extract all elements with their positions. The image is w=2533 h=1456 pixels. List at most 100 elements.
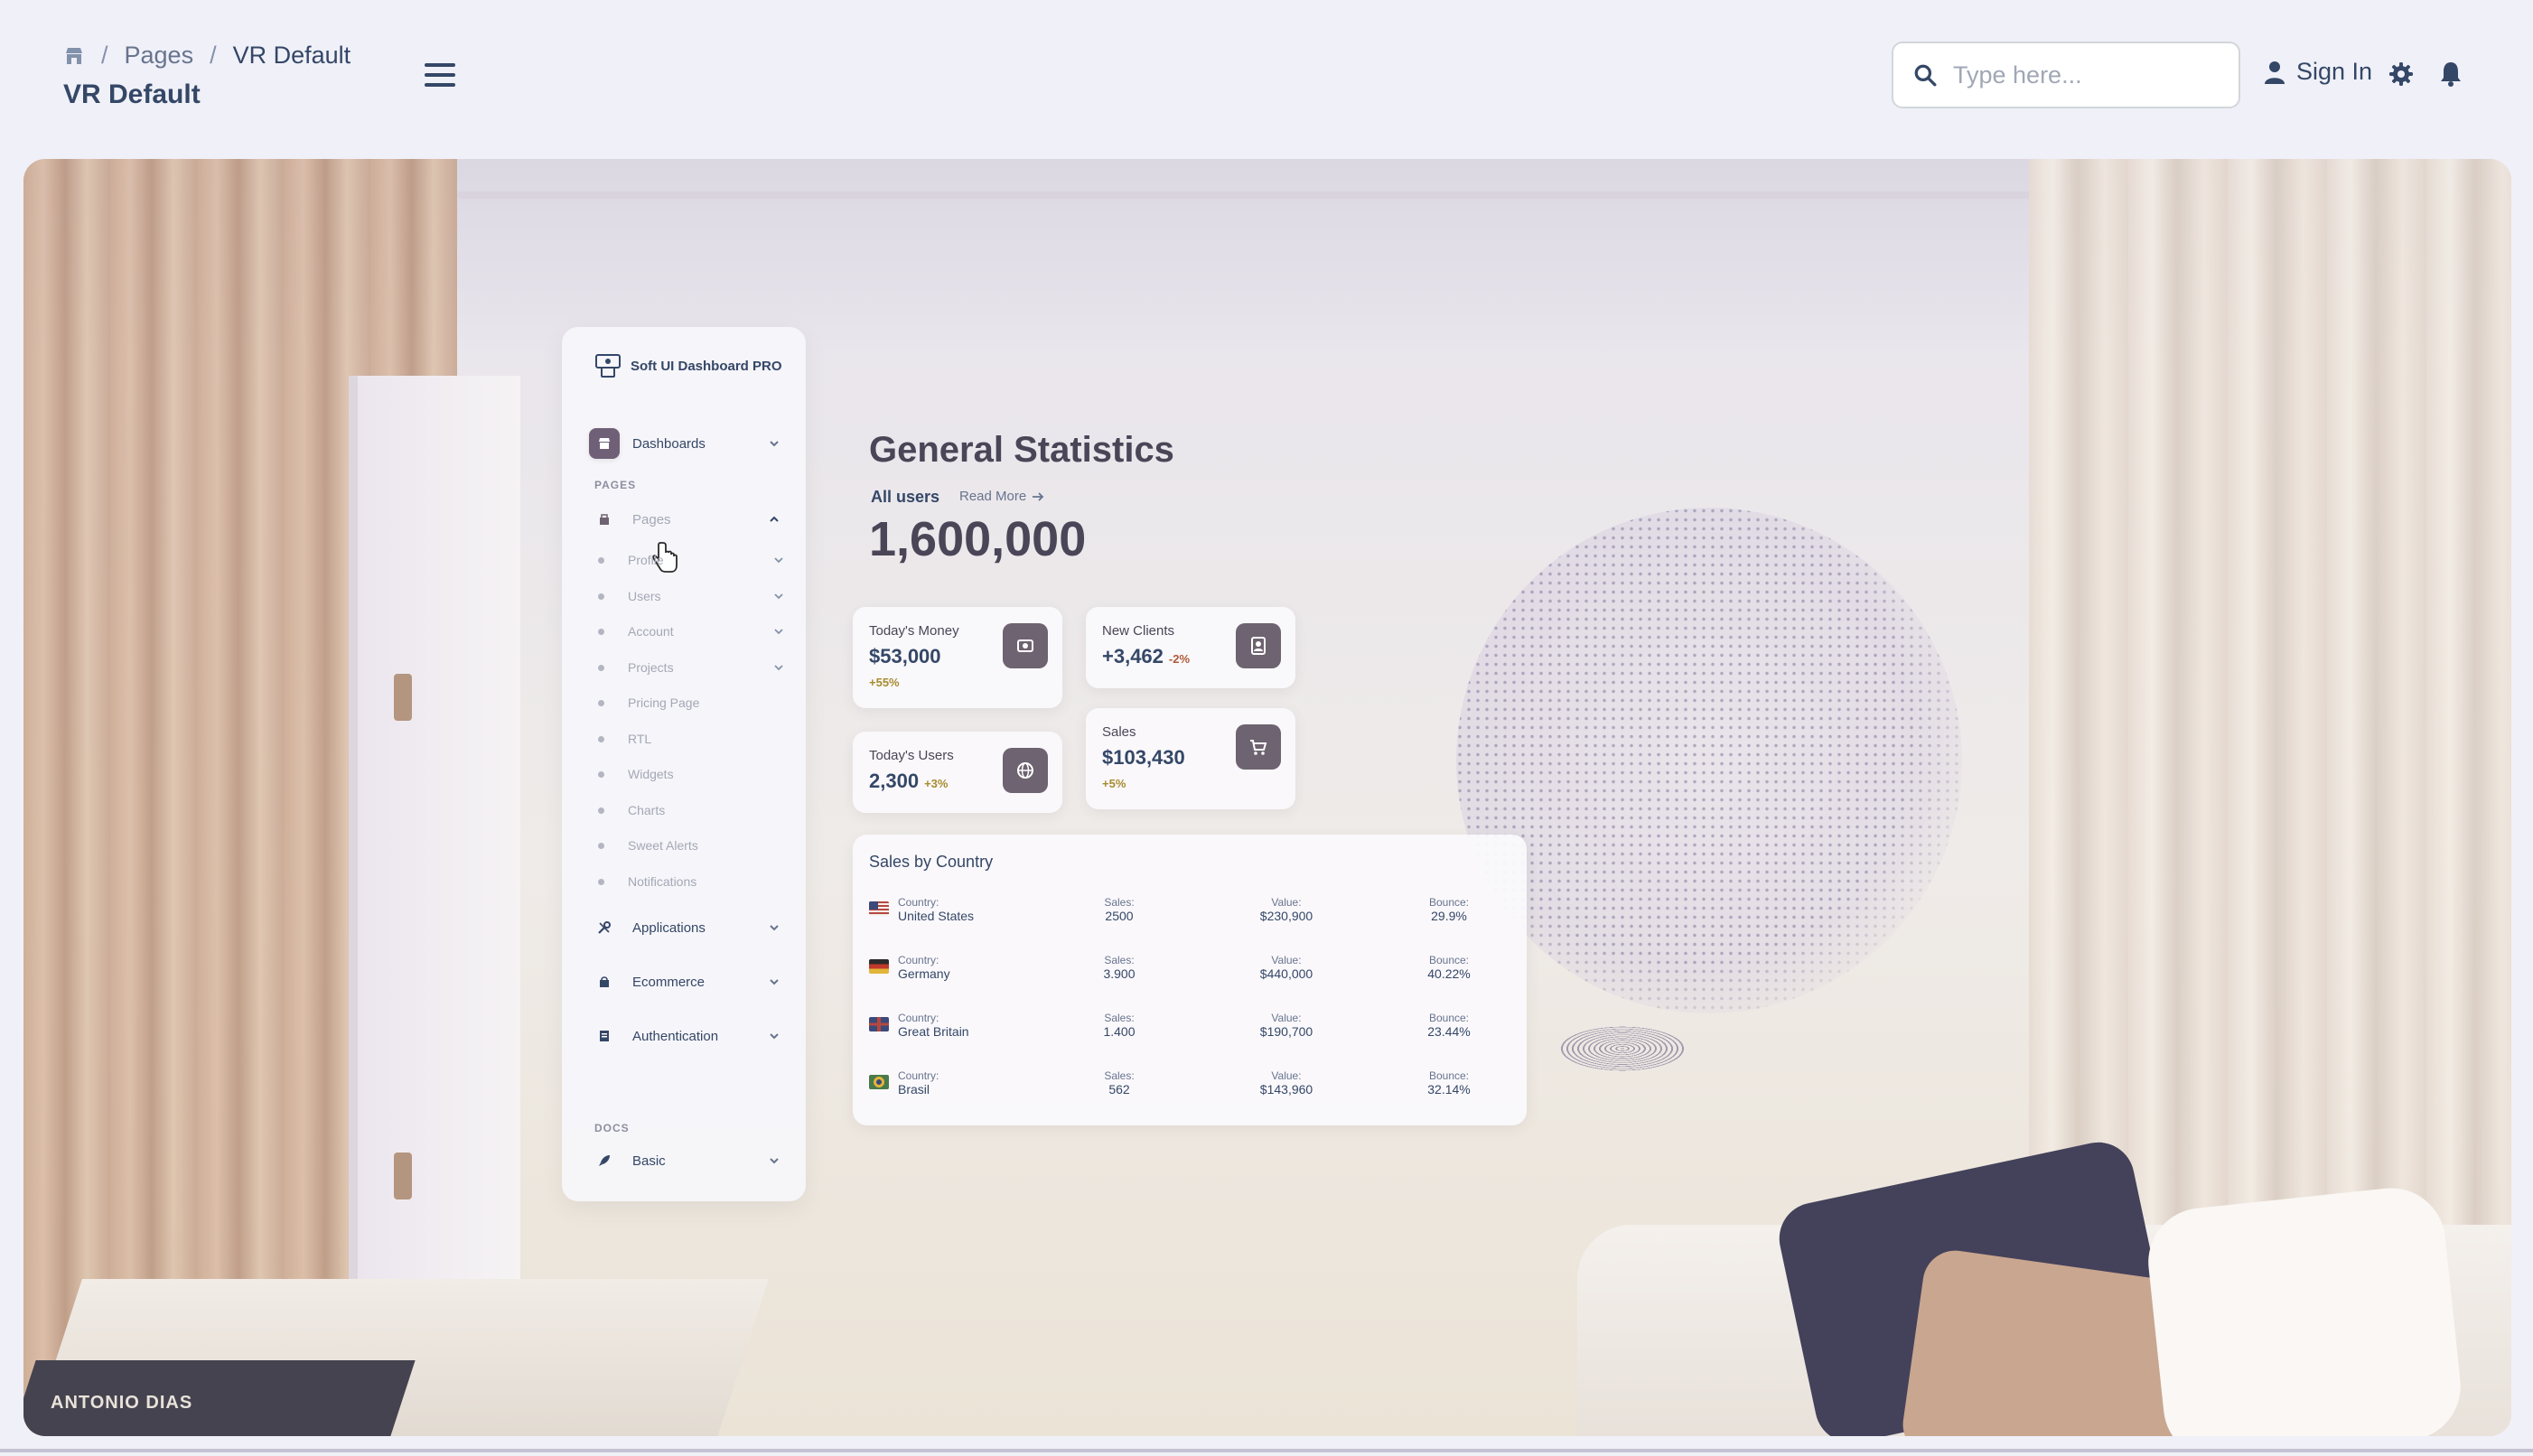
us-flag-icon bbox=[869, 901, 889, 916]
vr-scene: ANTONIO DIAS Soft UI Dashboard PRO Dashb… bbox=[23, 159, 2511, 1436]
search-icon bbox=[1913, 63, 1937, 87]
sidebar-subitem-label: Widgets bbox=[628, 767, 674, 781]
sidebar-subitem-label: Account bbox=[628, 624, 674, 639]
card-title: Today's Money bbox=[869, 623, 959, 639]
card-delta: +3% bbox=[924, 777, 949, 790]
bounce-cell: Bounce: 32.14% bbox=[1427, 1069, 1471, 1097]
read-more-link[interactable]: Read More bbox=[959, 489, 1044, 504]
card-todays-users: Today's Users 2,300 +3% bbox=[853, 732, 1062, 813]
sidebar-item-label: Pages bbox=[632, 511, 671, 527]
search-box bbox=[1892, 42, 2240, 108]
chevron-down-icon bbox=[773, 555, 784, 565]
arrow-right-icon bbox=[1033, 491, 1044, 501]
sidebar-subitem-charts[interactable]: Charts bbox=[598, 799, 784, 821]
sidebar-item-dashboards[interactable]: Dashboards bbox=[589, 428, 780, 459]
sidebar-subitem-users[interactable]: Users bbox=[598, 585, 784, 607]
breadcrumb-separator: / bbox=[101, 42, 108, 69]
value-cell: Value: $143,960 bbox=[1259, 1069, 1313, 1097]
chevron-down-icon bbox=[768, 1154, 780, 1167]
chevron-down-icon bbox=[768, 975, 780, 988]
card-value: 2,300 bbox=[869, 770, 920, 792]
sign-in-label: Sign In bbox=[2296, 58, 2373, 85]
sidebar-item-ecommerce[interactable]: Ecommerce bbox=[589, 966, 780, 997]
bounce-cell: Bounce: 29.9% bbox=[1428, 896, 1470, 923]
tools-icon bbox=[589, 912, 620, 943]
breadcrumb-separator: / bbox=[210, 42, 217, 69]
sidebar-subitem-rtl[interactable]: RTL bbox=[598, 728, 784, 750]
cart-icon bbox=[1236, 724, 1281, 770]
table-row: Country: United States Sales: 2500 Value: $… bbox=[853, 889, 1527, 930]
top-navbar: / Pages / VR Default VR Default Sign In bbox=[0, 0, 2533, 154]
sidebar-item-authentication[interactable]: Authentication bbox=[589, 1021, 780, 1051]
ceiling-line bbox=[457, 191, 2047, 199]
book-title: ANTONIO DIAS bbox=[51, 1393, 193, 1413]
globe-graphic bbox=[1456, 508, 1962, 1013]
sidebar-item-label: Authentication bbox=[632, 1028, 719, 1044]
bounce-cell: Bounce: 23.44% bbox=[1427, 1012, 1471, 1039]
search-input[interactable] bbox=[1953, 61, 2224, 89]
user-icon bbox=[2265, 61, 2285, 84]
chevron-down-icon bbox=[768, 437, 780, 450]
sales-cell: Sales: 562 bbox=[1104, 1069, 1135, 1097]
door-hinge bbox=[394, 674, 412, 721]
br-flag-icon bbox=[869, 1075, 889, 1089]
chevron-down-icon bbox=[768, 921, 780, 934]
sidebar-subitem-label: Notifications bbox=[628, 874, 697, 889]
sidebar-subitem-label: Users bbox=[628, 589, 661, 603]
sidebar-subitem-label: Charts bbox=[628, 803, 666, 817]
sidebar-item-basic[interactable]: Basic bbox=[589, 1145, 780, 1176]
card-title: New Clients bbox=[1102, 623, 1175, 639]
sidebar-item-applications[interactable]: Applications bbox=[589, 912, 780, 943]
shop-icon bbox=[589, 428, 620, 459]
sidebar-subitem-label: RTL bbox=[628, 732, 652, 746]
page-title: VR Default bbox=[63, 79, 201, 109]
sidebar-item-label: Dashboards bbox=[632, 435, 706, 452]
globe-icon bbox=[1003, 748, 1048, 793]
sidebar-subitem-account[interactable]: Account bbox=[598, 621, 784, 642]
money-icon bbox=[1003, 623, 1048, 668]
card-title: Today's Users bbox=[869, 748, 954, 763]
sidebar-subitem-sweet-alerts[interactable]: Sweet Alerts bbox=[598, 835, 784, 856]
sidebar-item-label: Basic bbox=[632, 1153, 666, 1169]
bell-icon[interactable] bbox=[2438, 61, 2463, 88]
sidebar-item-pages[interactable]: Pages bbox=[589, 504, 780, 535]
breadcrumb: / Pages / VR Default bbox=[63, 42, 351, 70]
chevron-down-icon bbox=[773, 591, 784, 602]
value-cell: Value: $440,000 bbox=[1259, 954, 1313, 981]
sidebar-subitem-widgets[interactable]: Widgets bbox=[598, 763, 784, 785]
pages-icon bbox=[589, 504, 620, 535]
gear-icon[interactable] bbox=[2388, 61, 2414, 87]
all-users-label: All users bbox=[871, 488, 940, 506]
sidebar-subitem-notifications[interactable]: Notifications bbox=[598, 871, 784, 892]
brand[interactable]: Soft UI Dashboard PRO bbox=[594, 352, 782, 379]
table-row: Country: Brasil Sales: 562 Value: $143,960 … bbox=[853, 1062, 1527, 1104]
sidebar-subitem-profile[interactable]: Profile bbox=[598, 549, 784, 571]
card-delta: +55% bbox=[869, 676, 900, 689]
store-icon[interactable] bbox=[63, 45, 85, 67]
gb-flag-icon bbox=[869, 1017, 889, 1031]
brand-name: Soft UI Dashboard PRO bbox=[631, 358, 782, 374]
vr-sidebar: Soft UI Dashboard PRO Dashboards PAGES P… bbox=[562, 327, 806, 1201]
door-hinge bbox=[394, 1153, 412, 1199]
sales-cell: Sales: 3.900 bbox=[1103, 954, 1136, 981]
de-flag-icon bbox=[869, 959, 889, 974]
bounce-cell: Bounce: 40.22% bbox=[1427, 954, 1471, 981]
sidebar-subitem-pricing-page[interactable]: Pricing Page bbox=[598, 692, 784, 714]
sales-by-country-card: Sales by Country Country: United States S… bbox=[853, 835, 1527, 1125]
breadcrumb-pages[interactable]: Pages bbox=[125, 42, 194, 70]
value-cell: Value: $230,900 bbox=[1259, 896, 1313, 923]
card-value: +3,462 bbox=[1102, 645, 1164, 667]
rocket-icon bbox=[589, 1145, 620, 1176]
card-value: $103,430 bbox=[1102, 746, 1185, 769]
card-value-row: 2,300 +3% bbox=[869, 770, 948, 793]
card-title: Sales bbox=[1102, 724, 1136, 740]
chevron-down-icon bbox=[773, 662, 784, 673]
footer-divider bbox=[0, 1449, 2533, 1452]
sidebar-item-label: Applications bbox=[632, 919, 706, 936]
all-users-value: 1,600,000 bbox=[869, 512, 1087, 566]
country-cell: Country: United States bbox=[898, 896, 975, 923]
sidebar-subitem-label: Pricing Page bbox=[628, 695, 700, 710]
sidebar-subitem-projects[interactable]: Projects bbox=[598, 657, 784, 678]
hamburger-menu-icon[interactable] bbox=[425, 63, 455, 87]
sign-in-button[interactable]: Sign In bbox=[2264, 58, 2372, 86]
